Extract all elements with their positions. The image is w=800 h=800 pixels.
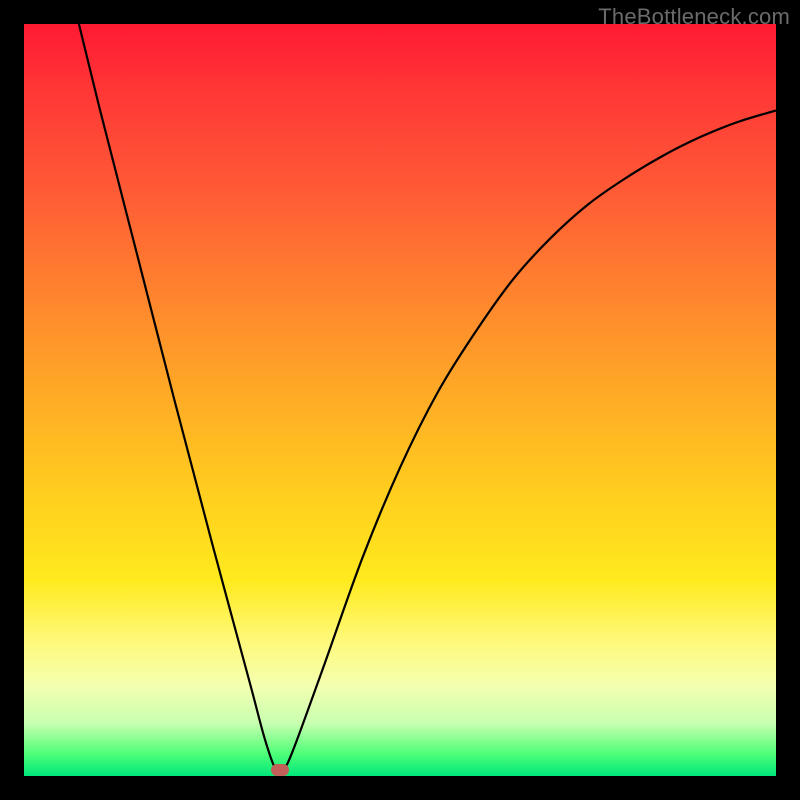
watermark-text: TheBottleneck.com [598,4,790,30]
bottleneck-curve [24,24,776,776]
curve-path [79,24,776,773]
optimum-marker [271,764,289,776]
plot-area [24,24,776,776]
chart-frame: TheBottleneck.com [0,0,800,800]
